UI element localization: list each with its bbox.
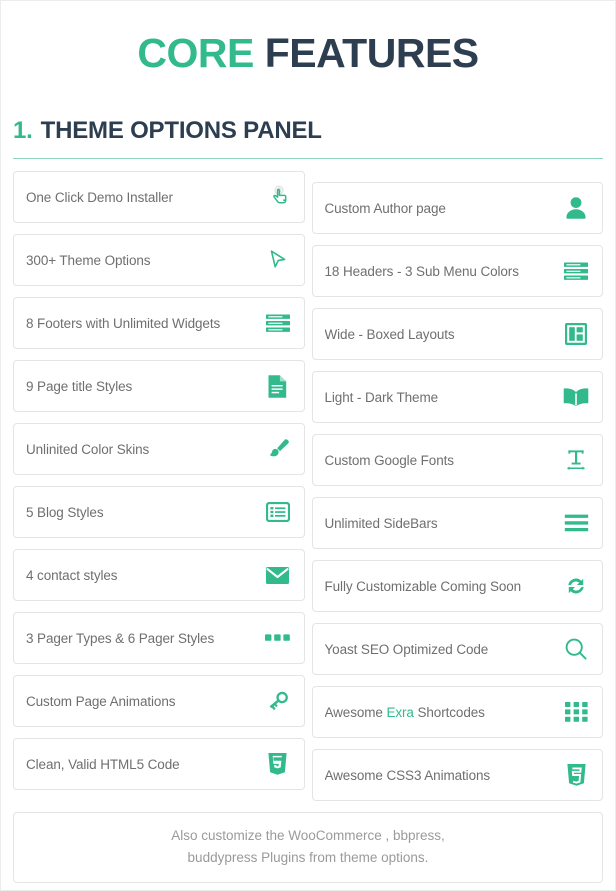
hamburger-icon	[563, 510, 589, 536]
boxed-layout-icon	[563, 321, 589, 347]
feature-card-custom-page-animations[interactable]: Custom Page Animations	[13, 675, 305, 727]
feature-card-awesome-exra-shortcodes[interactable]: Awesome Exra Shortcodes	[312, 686, 604, 738]
user-icon	[563, 195, 589, 221]
section-divider	[13, 158, 603, 159]
features-page: CORE FEATURES 1. THEME OPTIONS PANEL One…	[0, 0, 616, 891]
feature-card-8-footers-with-unlimited-widgets[interactable]: 8 Footers with Unlimited Widgets	[13, 297, 305, 349]
feature-card-light-dark-theme[interactable]: Light - Dark Theme	[312, 371, 604, 423]
key-icon	[265, 688, 291, 714]
header-bars-icon	[563, 258, 589, 284]
feature-card-label: Awesome Exra Shortcodes	[325, 705, 485, 720]
feature-card-label: 9 Page title Styles	[26, 379, 132, 394]
feature-card-label: Custom Page Animations	[26, 694, 175, 709]
feature-card-300-theme-options[interactable]: 300+ Theme Options	[13, 234, 305, 286]
feature-card-label: 4 contact styles	[26, 568, 117, 583]
section-heading: 1. THEME OPTIONS PANEL	[13, 75, 603, 145]
tap-hand-icon	[265, 184, 291, 210]
open-book-icon	[563, 384, 589, 410]
search-icon	[563, 636, 589, 662]
section-number: 1.	[13, 117, 33, 145]
feature-card-fully-customizable-coming-soon[interactable]: Fully Customizable Coming Soon	[312, 560, 604, 612]
page-title-accent: CORE	[137, 30, 253, 76]
feature-card-label: Wide - Boxed Layouts	[325, 327, 455, 342]
feature-card-label: 3 Pager Types & 6 Pager Styles	[26, 631, 214, 646]
feature-card-label: Custom Author page	[325, 201, 446, 216]
blog-list-icon	[265, 499, 291, 525]
feature-card-label: 8 Footers with Unlimited Widgets	[26, 316, 220, 331]
paint-brush-icon	[265, 436, 291, 462]
footer-note: Also customize the WooCommerce , bbpress…	[13, 812, 603, 883]
feature-card-3-pager-types-6-pager-styles[interactable]: 3 Pager Types & 6 Pager Styles	[13, 612, 305, 664]
feature-card-awesome-css3-animations[interactable]: Awesome CSS3 Animations	[312, 749, 604, 801]
refresh-icon	[563, 573, 589, 599]
feature-card-label: Clean, Valid HTML5 Code	[26, 757, 180, 772]
envelope-icon	[265, 562, 291, 588]
feature-card-label: Unlimited SideBars	[325, 516, 438, 531]
html5-shield-icon	[265, 751, 291, 777]
feature-card-unlinited-color-skins[interactable]: Unlinited Color Skins	[13, 423, 305, 475]
feature-card-label: Custom Google Fonts	[325, 453, 454, 468]
feature-card-one-click-demo-installer[interactable]: One Click Demo Installer	[13, 171, 305, 223]
features-grid: One Click Demo Installer 300+ Theme Opti…	[13, 171, 603, 801]
feature-card-unlimited-sidebars[interactable]: Unlimited SideBars	[312, 497, 604, 549]
mouse-cursor-icon	[265, 247, 291, 273]
three-dots-icon	[265, 625, 291, 651]
footer-bars-icon	[265, 310, 291, 336]
feature-card-label: Light - Dark Theme	[325, 390, 439, 405]
footer-note-line-2: buddypress Plugins from theme options.	[24, 847, 592, 869]
features-column-right: Custom Author page 18 Headers - 3 Sub Me…	[312, 171, 604, 801]
section-title: THEME OPTIONS PANEL	[41, 117, 322, 145]
page-title: CORE FEATURES	[13, 1, 603, 75]
feature-label-highlight: Exra	[386, 705, 413, 720]
feature-card-label: Awesome CSS3 Animations	[325, 768, 491, 783]
feature-card-label: 300+ Theme Options	[26, 253, 150, 268]
footer-note-line-1: Also customize the WooCommerce , bbpress…	[24, 825, 592, 847]
features-column-left: One Click Demo Installer 300+ Theme Opti…	[13, 171, 305, 790]
feature-card-label: 18 Headers - 3 Sub Menu Colors	[325, 264, 519, 279]
feature-card-label: Fully Customizable Coming Soon	[325, 579, 522, 594]
grid-dots-icon	[563, 699, 589, 725]
feature-card-label: One Click Demo Installer	[26, 190, 173, 205]
feature-card-5-blog-styles[interactable]: 5 Blog Styles	[13, 486, 305, 538]
css3-shield-icon	[563, 762, 589, 788]
document-icon	[265, 373, 291, 399]
feature-card-clean-valid-html5-code[interactable]: Clean, Valid HTML5 Code	[13, 738, 305, 790]
feature-card-custom-author-page[interactable]: Custom Author page	[312, 182, 604, 234]
feature-card-18-headers-3-sub-menu-colors[interactable]: 18 Headers - 3 Sub Menu Colors	[312, 245, 604, 297]
feature-card-label: 5 Blog Styles	[26, 505, 104, 520]
feature-card-wide-boxed-layouts[interactable]: Wide - Boxed Layouts	[312, 308, 604, 360]
feature-card-9-page-title-styles[interactable]: 9 Page title Styles	[13, 360, 305, 412]
feature-card-4-contact-styles[interactable]: 4 contact styles	[13, 549, 305, 601]
feature-card-label: Unlinited Color Skins	[26, 442, 149, 457]
typography-icon	[563, 447, 589, 473]
page-title-rest: FEATURES	[265, 30, 479, 76]
feature-card-label: Yoast SEO Optimized Code	[325, 642, 489, 657]
feature-card-yoast-seo-optimized-code[interactable]: Yoast SEO Optimized Code	[312, 623, 604, 675]
feature-card-custom-google-fonts[interactable]: Custom Google Fonts	[312, 434, 604, 486]
